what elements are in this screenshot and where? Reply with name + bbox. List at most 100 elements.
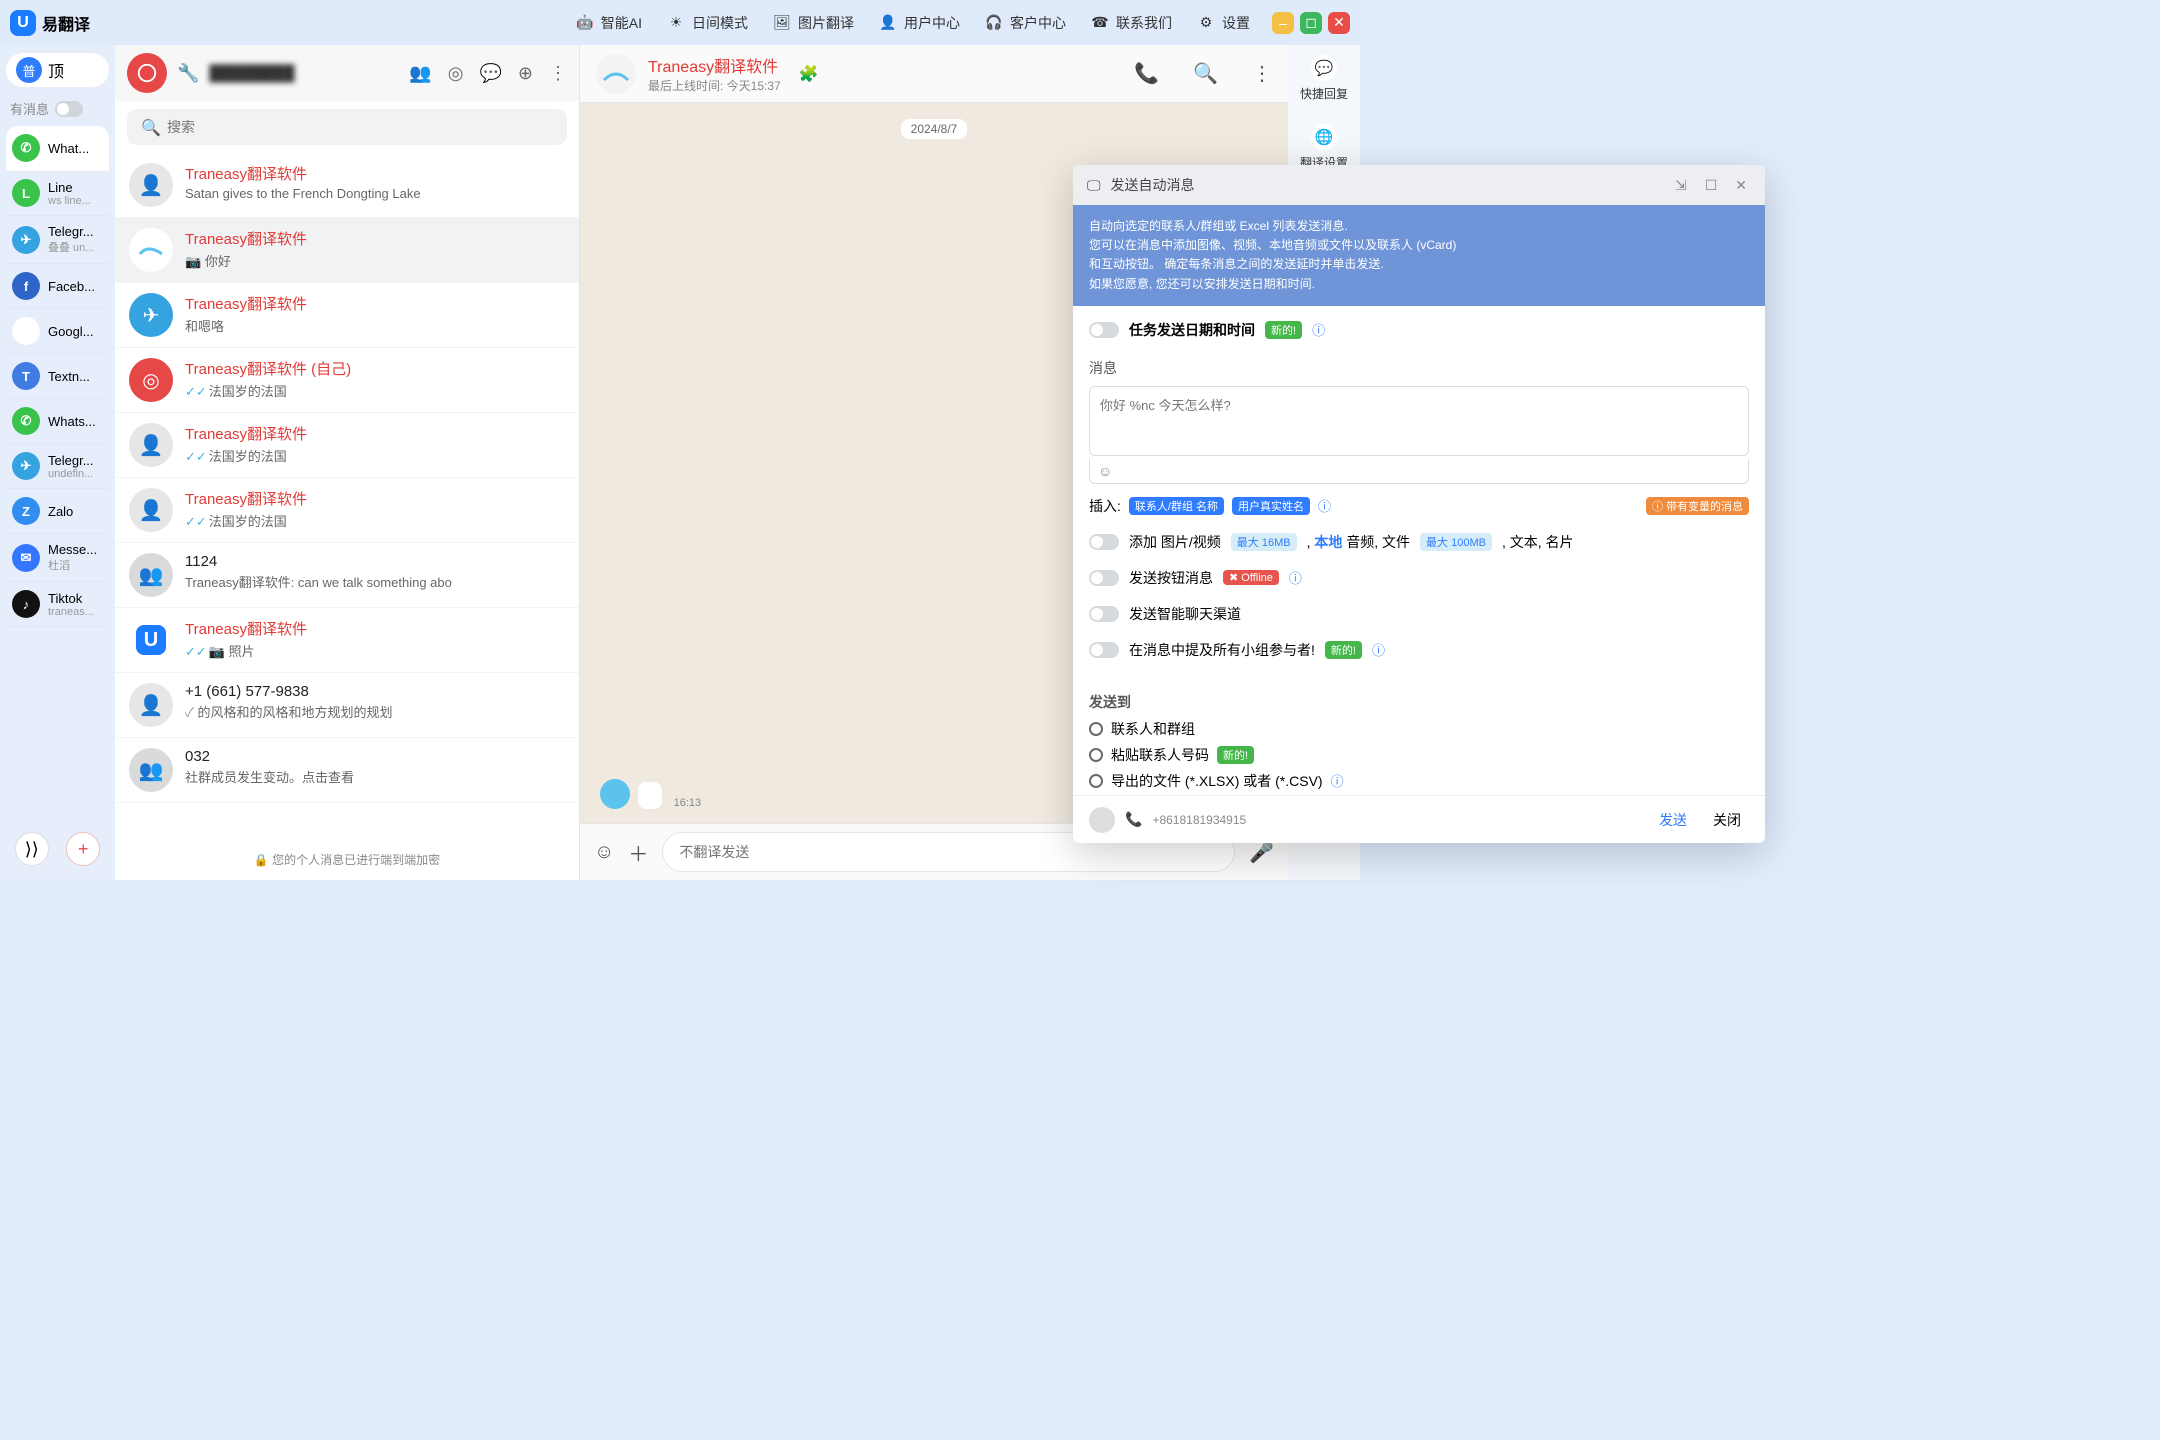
sendto-option[interactable]: 粘贴联系人号码 新的! — [1089, 742, 1749, 768]
info-icon[interactable]: ⓘ — [1312, 320, 1325, 339]
window-maximize-button[interactable]: ◻ — [1300, 12, 1322, 34]
rail-hasmsg-toggle[interactable] — [55, 101, 83, 117]
window-minimize-button[interactable]: – — [1272, 12, 1294, 34]
variable-msg-pill[interactable]: ⓘ 带有变量的消息 — [1646, 497, 1749, 515]
rail-account[interactable]: ✆What... — [6, 126, 109, 171]
conv-subtitle: 最后上线时间: 今天15:37 — [648, 77, 781, 94]
rail-account[interactable]: LLinews line... — [6, 171, 109, 216]
mention-all-toggle[interactable] — [1089, 642, 1119, 658]
rail-account[interactable]: ✆Whats... — [6, 399, 109, 444]
search-icon: 🔍 — [141, 118, 161, 138]
rail-account[interactable]: ✈Telegr...undefin... — [6, 444, 109, 489]
wrench-icon[interactable]: 🔧 — [177, 63, 199, 84]
app-name: 易翻译 — [42, 11, 90, 35]
rail-account[interactable]: ZZalo — [6, 489, 109, 534]
smart-channel-toggle[interactable] — [1089, 606, 1119, 622]
search-in-chat-icon[interactable]: 🔍 — [1193, 61, 1218, 86]
emoji-icon[interactable]: ☺ — [594, 841, 614, 864]
msg-avatar — [600, 779, 630, 809]
close-button[interactable]: 关闭 — [1705, 804, 1749, 836]
rail-account[interactable]: GGoogl... — [6, 309, 109, 354]
mic-icon[interactable]: 🎤 — [1249, 840, 1274, 865]
topbar-item-1[interactable]: ☀日间模式 — [666, 13, 748, 33]
attach-icon[interactable]: ＋ — [628, 838, 648, 867]
search-input[interactable] — [127, 109, 567, 145]
chat-item[interactable]: ✈Traneasy翻译软件和嗯咯 — [115, 283, 579, 348]
rail-hasmsg-label: 有消息 — [10, 99, 49, 118]
window-close-button[interactable]: ✕ — [1328, 12, 1350, 34]
conv-kebab-icon[interactable]: ⋮ — [1252, 61, 1272, 86]
chat-item[interactable]: Traneasy翻译软件📷 你好 — [115, 218, 579, 283]
call-icon[interactable]: 📞 — [1134, 61, 1159, 86]
conv-title: Traneasy翻译软件 — [648, 53, 781, 77]
modal-max-icon[interactable]: ☐ — [1701, 177, 1722, 194]
rail-top-toggle[interactable]: 普 顶 — [6, 53, 109, 87]
topbar-icon: ☎ — [1090, 13, 1110, 33]
rail-account[interactable]: fFaceb... — [6, 264, 109, 309]
account-name: ████████ — [209, 65, 399, 82]
modal-close-icon[interactable]: ✕ — [1731, 177, 1751, 194]
rail-expand-button[interactable]: ⟩⟩ — [15, 832, 49, 866]
emoji-picker-icon[interactable]: ☺ — [1098, 463, 1112, 479]
group-icon[interactable]: 👥 — [409, 63, 431, 84]
rrail-item-1[interactable]: 🌐翻译设置 — [1300, 124, 1348, 171]
topbar-icon: ☀ — [666, 13, 686, 33]
chat-item[interactable]: 👤+1 (661) 577-9838✓ 的风格和的风格和地方规划的规划 — [115, 673, 579, 738]
conv-avatar[interactable] — [596, 54, 636, 94]
sendto-option[interactable]: 导出的文件 (*.XLSX) 或者 (*.CSV) ⓘ — [1089, 768, 1749, 794]
insert-pill-realname[interactable]: 用户真实姓名 — [1232, 497, 1310, 515]
app-badges-icon: 🧩 — [799, 64, 819, 84]
message-label: 消息 — [1073, 348, 1765, 382]
attach-toggle[interactable] — [1089, 534, 1119, 550]
topbar-icon: 🤖 — [575, 13, 595, 33]
msg-bubble — [638, 782, 662, 809]
message-textarea[interactable] — [1089, 386, 1749, 456]
schedule-label: 任务发送日期和时间 — [1129, 320, 1255, 340]
send-button[interactable]: 发送 — [1651, 804, 1695, 836]
chat-item[interactable]: ◎Traneasy翻译软件 (自己)✓✓法国岁的法国 — [115, 348, 579, 413]
rail-account[interactable]: ♪Tiktoktraneas... — [6, 582, 109, 627]
phone-icon: 📞 — [1125, 811, 1142, 828]
account-avatar[interactable] — [127, 53, 167, 93]
topbar-icon: 👤 — [878, 13, 898, 33]
chat-item[interactable]: 👤Traneasy翻译软件✓✓法国岁的法国 — [115, 413, 579, 478]
topbar-item-3[interactable]: 👤用户中心 — [878, 13, 960, 33]
footer-number: +8618181934915 — [1152, 813, 1246, 827]
chat-item[interactable]: 👥1124Traneasy翻译软件: can we talk something… — [115, 543, 579, 608]
schedule-toggle[interactable] — [1089, 322, 1119, 338]
topbar-item-6[interactable]: ⚙设置 — [1196, 13, 1250, 33]
rail-badge: 普 — [16, 57, 42, 83]
modal-banner: 自动向选定的联系人/群组或 Excel 列表发送消息. 您可以在消息中添加图像、… — [1073, 205, 1765, 306]
rail-account[interactable]: ✈Telegr...叠叠 un... — [6, 216, 109, 264]
topbar-item-2[interactable]: 🖼图片翻译 — [772, 13, 854, 33]
status-icon[interactable]: ◎ — [448, 63, 464, 84]
info-icon[interactable]: ⓘ — [1289, 568, 1302, 587]
rail-account[interactable]: ✉Messe...杜滔 — [6, 534, 109, 582]
topbar-item-0[interactable]: 🤖智能AI — [575, 13, 642, 33]
info-icon[interactable]: ⓘ — [1372, 640, 1385, 659]
topbar-item-5[interactable]: ☎联系我们 — [1090, 13, 1172, 33]
msg-time: 16:13 — [674, 797, 702, 809]
rrail-item-0[interactable]: 💬快捷回复 — [1300, 55, 1348, 102]
topbar-item-4[interactable]: 🎧客户中心 — [984, 13, 1066, 33]
chat-icon[interactable]: 💬 — [479, 63, 501, 84]
sendto-option[interactable]: 联系人和群组 — [1089, 716, 1749, 742]
kebab-icon[interactable]: ⋮ — [549, 63, 567, 84]
chat-item[interactable]: 👤Traneasy翻译软件Satan gives to the French D… — [115, 153, 579, 218]
rail-top-label: 顶 — [48, 58, 64, 82]
offline-pill: ✖ Offline — [1223, 570, 1279, 585]
new-badge: 新的! — [1265, 321, 1302, 339]
topbar-icon: ⚙ — [1196, 13, 1216, 33]
info-icon[interactable]: ⓘ — [1318, 496, 1331, 515]
modal-pin-icon[interactable]: ⇲ — [1671, 177, 1691, 194]
button-msg-toggle[interactable] — [1089, 570, 1119, 586]
insert-pill-contact[interactable]: 联系人/群组 名称 — [1129, 497, 1224, 515]
chat-item[interactable]: UTraneasy翻译软件✓✓📷 照片 — [115, 608, 579, 673]
rail-account[interactable]: TTextn... — [6, 354, 109, 399]
rail-add-button[interactable]: + — [66, 832, 100, 866]
chat-item[interactable]: 👥032社群成员发生变动。点击查看 — [115, 738, 579, 803]
chat-item[interactable]: 👤Traneasy翻译软件✓✓法国岁的法国 — [115, 478, 579, 543]
auto-message-modal: 🖵 发送自动消息 ⇲ ☐ ✕ 自动向选定的联系人/群组或 Excel 列表发送消… — [1073, 165, 1765, 843]
new-icon[interactable]: ⊕ — [518, 63, 533, 84]
modal-title: 发送自动消息 — [1111, 175, 1195, 195]
